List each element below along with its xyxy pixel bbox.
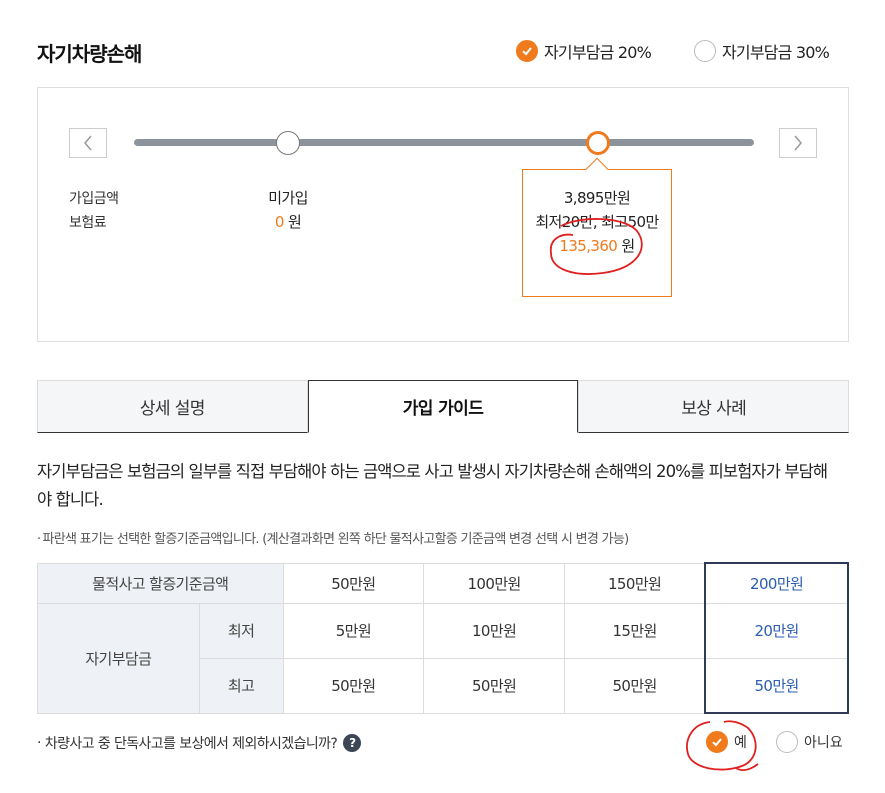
option-unsubscribed-amount: 미가입	[268, 189, 308, 207]
answer-no-label: 아니요	[804, 735, 843, 751]
tab-guide[interactable]: 가입 가이드	[307, 380, 579, 433]
coverage-slider-panel: 가입금액 보험료 미가입 0 원 3,895만원 최저20만, 최고50만 13…	[37, 87, 849, 342]
table-cell: 5만원	[282, 602, 425, 659]
tab-cases[interactable]: 보상 사례	[578, 380, 850, 433]
guide-tabs: 상세 설명 가입 가이드 보상 사례	[37, 380, 850, 433]
slider-next-button[interactable]	[779, 128, 817, 158]
label-amount: 가입금액	[69, 191, 119, 207]
question-text: 차량사고 중 단독사고를 보상에서 제외하시겠습니까?	[44, 736, 338, 752]
help-icon[interactable]: ?	[343, 734, 362, 752]
chevron-right-icon	[794, 135, 802, 151]
selected-range: 최저20만, 최고50만	[535, 213, 659, 231]
table-cell-selected: 20만원	[704, 602, 849, 659]
table-cell-selected: 50만원	[704, 657, 849, 714]
table-cell: 50만원	[423, 657, 565, 714]
popup-caret	[585, 157, 609, 181]
table-cell: 50만원	[563, 657, 706, 714]
selected-option-values: 3,895만원 최저20만, 최고50만 135,360 원	[523, 186, 671, 258]
answer-yes-label: 예	[734, 735, 747, 751]
table-col-header: 150만원	[563, 562, 706, 604]
selected-premium: 135,360	[559, 237, 618, 255]
slider-prev-button[interactable]	[69, 128, 107, 158]
deductible-table: 물적사고 할증기준금액 50만원 100만원 150만원 200만원 자기부담금…	[37, 562, 849, 714]
table-cell: 15만원	[563, 602, 706, 659]
table-row-group: 자기부담금	[37, 602, 200, 714]
deductible-20-label: 자기부담금 20%	[544, 43, 652, 62]
table-row-label-min: 최저	[198, 602, 284, 659]
radio-checked-icon[interactable]	[516, 40, 538, 62]
table-col-header: 50만원	[282, 562, 425, 604]
slider-knob-unsubscribed[interactable]	[276, 131, 300, 155]
chevron-left-icon	[84, 135, 92, 151]
slider-track[interactable]	[134, 139, 754, 146]
tab-detail[interactable]: 상세 설명	[37, 380, 308, 433]
highlight-note: 파란색 표기는 선택한 할증기준금액입니다. (계산결과화면 왼쪽 하단 물적사…	[37, 528, 629, 547]
selected-option-box[interactable]: 3,895만원 최저20만, 최고50만 135,360 원	[522, 157, 672, 297]
radio-checked-icon[interactable]	[706, 731, 728, 753]
label-premium: 보험료	[69, 215, 107, 231]
table-cell: 10만원	[423, 602, 565, 659]
table-col-header: 100만원	[423, 562, 565, 604]
premium-unit: 원	[621, 237, 635, 255]
table-row-label-max: 최고	[198, 657, 284, 714]
radio-unchecked-icon[interactable]	[694, 40, 716, 62]
deductible-20-option[interactable]: 자기부담금 20%	[516, 39, 652, 63]
table-col-header-selected: 200만원	[704, 562, 849, 604]
option-unsubscribed[interactable]: 미가입 0 원	[228, 186, 348, 234]
deductible-30-option[interactable]: 자기부담금 30%	[694, 39, 830, 63]
radio-unchecked-icon[interactable]	[776, 731, 798, 753]
selected-amount: 3,895만원	[563, 189, 631, 207]
slider-knob-selected[interactable]	[586, 131, 610, 155]
answer-yes-option[interactable]: 예	[706, 731, 747, 753]
section-title: 자기차량손해	[37, 42, 142, 66]
premium-unit: 원	[287, 213, 302, 231]
option-unsubscribed-premium: 0	[274, 213, 285, 231]
deductible-description: 자기부담금은 보험금의 일부를 직접 부담해야 하는 금액으로 사고 발생시 자…	[37, 462, 828, 509]
deductible-30-label: 자기부담금 30%	[722, 43, 830, 62]
table-cell: 50만원	[282, 657, 425, 714]
answer-no-option[interactable]: 아니요	[776, 731, 843, 753]
single-accident-question: 차량사고 중 단독사고를 보상에서 제외하시겠습니까? ?	[37, 733, 362, 753]
table-header-label: 물적사고 할증기준금액	[37, 562, 284, 604]
